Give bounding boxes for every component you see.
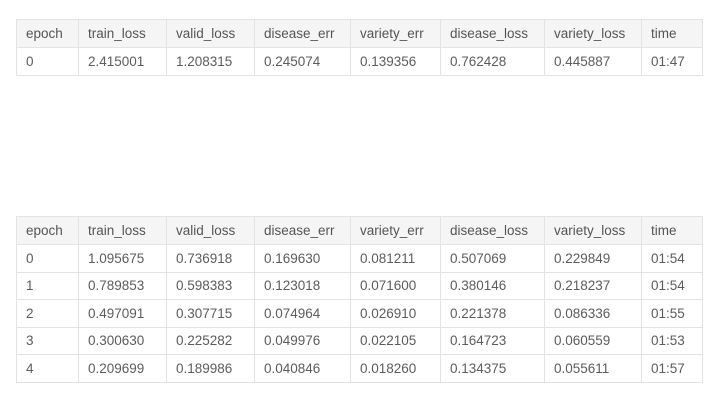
table-row: 0 1.095675 0.736918 0.169630 0.081211 0.…	[16, 244, 703, 273]
cell-variety-loss: 0.229849	[544, 244, 642, 273]
cell-epoch: 0	[16, 244, 79, 273]
column-header-train-loss: train_loss	[78, 216, 167, 245]
column-header-valid-loss: valid_loss	[166, 216, 255, 245]
cell-time: 01:54	[641, 244, 703, 273]
training-results-table-1: epoch train_loss valid_loss disease_err …	[16, 19, 703, 76]
cell-epoch: 1	[16, 271, 79, 300]
column-header-disease-err: disease_err	[254, 19, 351, 48]
cell-valid-loss: 0.598383	[166, 271, 255, 300]
cell-variety-err: 0.026910	[350, 299, 441, 328]
cell-disease-err: 0.123018	[254, 271, 351, 300]
cell-train-loss: 2.415001	[78, 47, 167, 76]
cell-time: 01:54	[641, 271, 703, 300]
column-header-time: time	[641, 19, 703, 48]
cell-disease-loss: 0.380146	[440, 271, 545, 300]
cell-disease-err: 0.169630	[254, 244, 351, 273]
cell-valid-loss: 0.736918	[166, 244, 255, 273]
column-header-epoch: epoch	[16, 216, 79, 245]
cell-valid-loss: 0.189986	[166, 354, 255, 383]
cell-variety-loss: 0.060559	[544, 326, 642, 355]
cell-time: 01:55	[641, 299, 703, 328]
cell-valid-loss: 1.208315	[166, 47, 255, 76]
cell-disease-err: 0.040846	[254, 354, 351, 383]
table-row: 2 0.497091 0.307715 0.074964 0.026910 0.…	[16, 299, 703, 328]
cell-disease-loss: 0.164723	[440, 326, 545, 355]
table-row: 1 0.789853 0.598383 0.123018 0.071600 0.…	[16, 271, 703, 300]
table-row: 0 2.415001 1.208315 0.245074 0.139356 0.…	[16, 47, 703, 76]
cell-valid-loss: 0.225282	[166, 326, 255, 355]
cell-variety-err: 0.139356	[350, 47, 441, 76]
cell-time: 01:57	[641, 354, 703, 383]
cell-variety-err: 0.018260	[350, 354, 441, 383]
table-row: 3 0.300630 0.225282 0.049976 0.022105 0.…	[16, 326, 703, 355]
cell-disease-loss: 0.221378	[440, 299, 545, 328]
column-header-train-loss: train_loss	[78, 19, 167, 48]
column-header-valid-loss: valid_loss	[166, 19, 255, 48]
table-row: 4 0.209699 0.189986 0.040846 0.018260 0.…	[16, 354, 703, 383]
column-header-variety-err: variety_err	[350, 216, 441, 245]
column-header-time: time	[641, 216, 703, 245]
cell-train-loss: 0.497091	[78, 299, 167, 328]
cell-disease-err: 0.049976	[254, 326, 351, 355]
cell-disease-err: 0.074964	[254, 299, 351, 328]
cell-variety-loss: 0.086336	[544, 299, 642, 328]
column-header-disease-err: disease_err	[254, 216, 351, 245]
cell-epoch: 3	[16, 326, 79, 355]
column-header-variety-loss: variety_loss	[544, 19, 642, 48]
cell-variety-err: 0.081211	[350, 244, 441, 273]
cell-train-loss: 0.209699	[78, 354, 167, 383]
cell-valid-loss: 0.307715	[166, 299, 255, 328]
cell-disease-loss: 0.134375	[440, 354, 545, 383]
column-header-epoch: epoch	[16, 19, 79, 48]
cell-epoch: 0	[16, 47, 79, 76]
cell-variety-loss: 0.055611	[544, 354, 642, 383]
cell-variety-loss: 0.445887	[544, 47, 642, 76]
training-results-table-2: epoch train_loss valid_loss disease_err …	[16, 216, 703, 383]
cell-epoch: 4	[16, 354, 79, 383]
cell-disease-loss: 0.762428	[440, 47, 545, 76]
cell-variety-err: 0.071600	[350, 271, 441, 300]
cell-train-loss: 1.095675	[78, 244, 167, 273]
cell-epoch: 2	[16, 299, 79, 328]
column-header-variety-err: variety_err	[350, 19, 441, 48]
column-header-variety-loss: variety_loss	[544, 216, 642, 245]
cell-time: 01:53	[641, 326, 703, 355]
cell-disease-err: 0.245074	[254, 47, 351, 76]
cell-variety-err: 0.022105	[350, 326, 441, 355]
cell-variety-loss: 0.218237	[544, 271, 642, 300]
cell-disease-loss: 0.507069	[440, 244, 545, 273]
cell-train-loss: 0.300630	[78, 326, 167, 355]
cell-time: 01:47	[641, 47, 703, 76]
table-header-row: epoch train_loss valid_loss disease_err …	[16, 216, 703, 245]
table-header-row: epoch train_loss valid_loss disease_err …	[16, 19, 703, 48]
column-header-disease-loss: disease_loss	[440, 216, 545, 245]
column-header-disease-loss: disease_loss	[440, 19, 545, 48]
cell-train-loss: 0.789853	[78, 271, 167, 300]
